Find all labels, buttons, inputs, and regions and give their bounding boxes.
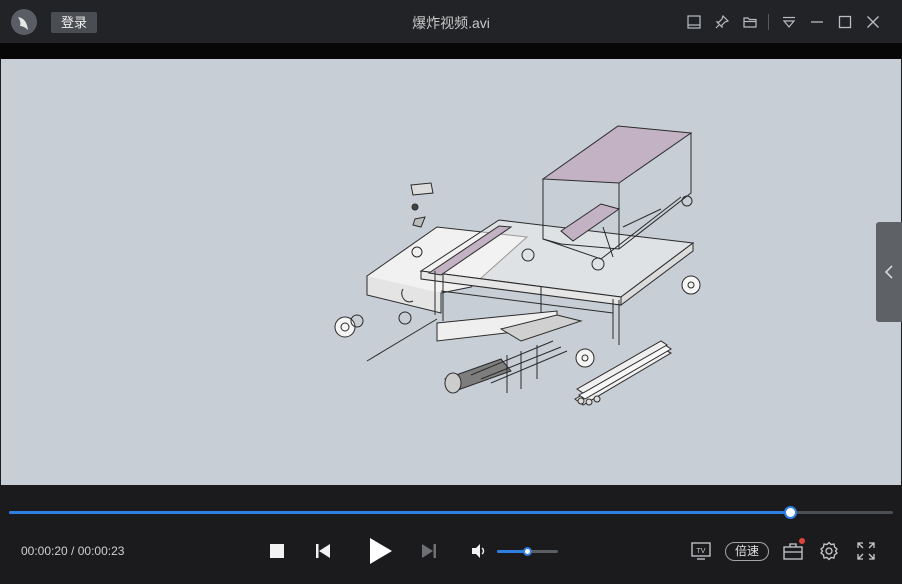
settings-button[interactable] [818, 540, 840, 562]
notification-dot [799, 538, 805, 544]
titlebar-divider [768, 14, 769, 30]
volume-handle[interactable] [522, 547, 532, 556]
maximize-icon[interactable] [834, 11, 856, 33]
video-frame[interactable] [1, 59, 901, 485]
skip-next-icon [422, 544, 436, 558]
volume-slider[interactable] [497, 547, 558, 556]
tv-label: TV [697, 548, 706, 555]
gear-icon [820, 541, 838, 561]
title-bar: 登录 爆炸视频.avi [0, 0, 902, 43]
progress-played [9, 511, 790, 514]
tv-icon: TV [691, 542, 711, 560]
speaker-icon [472, 544, 485, 558]
play-button[interactable] [364, 535, 396, 567]
video-letterbox-top [0, 43, 902, 59]
exploded-assembly-drawing [334, 125, 701, 406]
window-title: 爆炸视频.avi [412, 15, 490, 31]
playlist-toggle-button[interactable] [876, 222, 902, 322]
tv-cast-button[interactable]: TV [690, 541, 712, 561]
volume-button[interactable] [468, 541, 490, 561]
folder-icon[interactable] [739, 11, 761, 33]
stop-button[interactable] [266, 541, 288, 561]
play-icon [370, 538, 392, 564]
close-icon[interactable] [862, 11, 884, 33]
minimize-icon[interactable] [806, 11, 828, 33]
fullscreen-button[interactable] [855, 540, 877, 562]
fullscreen-icon [857, 542, 875, 560]
playback-speed-button[interactable]: 倍速 [725, 542, 769, 561]
toolbox-icon [783, 543, 803, 560]
skip-previous-icon [316, 544, 330, 558]
app-logo[interactable] [11, 9, 37, 35]
login-button[interactable]: 登录 [51, 12, 97, 33]
stop-icon [270, 544, 284, 558]
progress-bar[interactable] [9, 506, 893, 519]
dock-icon[interactable] [683, 11, 705, 33]
pin-icon[interactable] [711, 11, 733, 33]
progress-handle[interactable] [783, 506, 797, 519]
control-bar: 00:00:20 / 00:00:23 TV 倍速 [0, 485, 902, 584]
total-time: 00:00:23 [77, 544, 125, 558]
previous-button[interactable] [312, 541, 334, 561]
dropdown-menu-icon[interactable] [778, 11, 800, 33]
current-time: 00:00:20 [21, 544, 68, 558]
time-separator: / [67, 544, 78, 558]
time-display: 00:00:20 / 00:00:23 [21, 544, 124, 558]
chevron-left-icon [884, 265, 893, 279]
next-button[interactable] [418, 541, 440, 561]
